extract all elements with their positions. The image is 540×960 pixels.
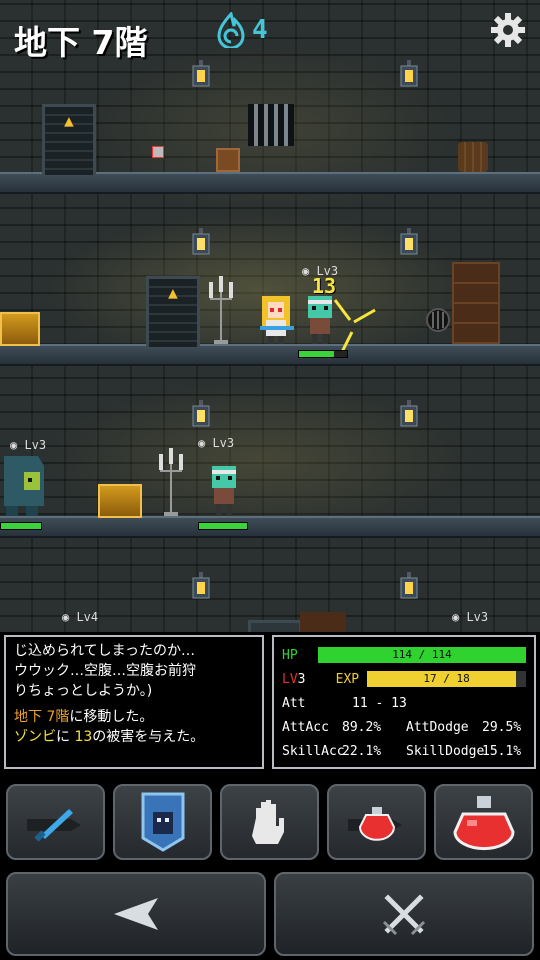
enemy-level-label: ◉ Lv3 [198, 436, 235, 450]
slot-armor[interactable] [113, 784, 212, 860]
lantern-icon [192, 228, 210, 255]
acc-row: AttAcc 89.2% AttDodge 29.5% [282, 715, 526, 739]
up-arrow-icon: ▲ [64, 111, 74, 130]
skilldodge-label: SkillDodge [406, 743, 485, 759]
log-line: じ込められてしまったのか… [14, 643, 196, 659]
lantern-icon [400, 572, 418, 599]
skill-row: SkillAcc 22.1% SkillDodge 15.1% [282, 739, 526, 763]
hp-text: 114 / 114 [392, 648, 452, 661]
wooden-crate [216, 148, 240, 172]
floor-platform [0, 516, 540, 538]
attdodge-label: AttDodge [406, 719, 469, 735]
hp-label: HP [282, 647, 298, 663]
log-damage-value: 13 [74, 729, 93, 745]
enemy-hp-bar [198, 522, 248, 530]
log-text: に [56, 729, 75, 745]
golem-enemy[interactable] [0, 450, 48, 516]
zombie-enemy[interactable] [204, 462, 244, 516]
stairs-up-door[interactable]: ▲ [42, 104, 96, 175]
enemy-level-label: ◉ Lv3 [452, 610, 489, 624]
attacc-label: AttAcc [282, 719, 329, 735]
sewer-grate [426, 308, 450, 332]
top-bar: 地下 7階 4 [0, 0, 540, 74]
potion-large-icon [452, 796, 515, 851]
treasure-chest[interactable] [98, 484, 142, 518]
hp-row: HP 114 / 114 [282, 643, 526, 667]
slot-large-potion[interactable] [434, 784, 533, 860]
armor-icon [141, 792, 184, 852]
slot-dagger[interactable] [6, 784, 105, 860]
treasure-chest[interactable] [0, 312, 40, 346]
hero-girl[interactable] [256, 292, 296, 344]
barrel [458, 142, 488, 172]
potion-small-icon [347, 807, 402, 841]
lv-label: LV [282, 671, 298, 687]
lantern-icon [400, 228, 418, 255]
attack-button[interactable] [274, 872, 534, 956]
slot-small-potion[interactable] [327, 784, 426, 860]
soul-flame-icon [217, 12, 245, 48]
floor-platform [0, 344, 540, 366]
stairs-up-door[interactable]: ▲ [146, 276, 200, 347]
log-line: りちょっとしようか。) [14, 683, 153, 699]
lantern-icon [192, 400, 210, 427]
prison-window [248, 104, 294, 146]
att-value: 11 - 13 [352, 695, 407, 711]
log-floor-value: 7階 [46, 709, 70, 725]
log-text: に移動した。 [69, 709, 154, 725]
log-floor-prefix: 地下 [14, 709, 47, 725]
bookshelf [452, 262, 500, 344]
att-label: Att [282, 695, 306, 711]
skillacc-label: SkillAcc [282, 743, 345, 759]
sparkle-item[interactable] [152, 146, 164, 158]
dungeon-view[interactable]: ▲ ▲ ◉ Lv3 13 ◉ Lv3 ◉ Lv3 ◉ Lv4 ◉ Lv3 地下 … [0, 0, 540, 632]
candelabra [209, 276, 233, 344]
log-line-damage: ゾンビに 13の被害を与えた。 [14, 727, 254, 747]
lantern-icon [192, 572, 210, 599]
log-line: ウウック…空腹…空腹お前狩 [14, 663, 196, 679]
attdodge-value: 29.5% [482, 719, 522, 735]
exp-text: 17 / 18 [423, 672, 470, 685]
hp-bar: 114 / 114 [318, 647, 526, 663]
hand-icon [251, 800, 284, 844]
lantern-icon [400, 400, 418, 427]
lv-value: 3 [297, 671, 306, 687]
crossed-swords-icon [382, 894, 426, 936]
enemy-level-label: ◉ Lv4 [62, 610, 99, 624]
enemy-hp-bar [0, 522, 42, 530]
log-text: の被害を与えた。 [92, 729, 205, 745]
soul-count: 4 [252, 15, 268, 45]
gear-icon[interactable] [490, 12, 526, 48]
slot-hand[interactable] [220, 784, 319, 860]
attacc-value: 89.2% [342, 719, 382, 735]
att-row: Att 11 - 13 [282, 691, 526, 715]
floor-indicator: 地下 7階 [14, 23, 148, 62]
skillacc-value: 22.1% [342, 743, 382, 759]
floor-platform [0, 172, 540, 194]
bookshelf-partial [300, 612, 346, 632]
back-button[interactable] [6, 872, 266, 956]
dagger-icon [26, 809, 81, 842]
lv-exp-row: LV 3 EXP 17 / 18 [282, 667, 526, 691]
message-log[interactable]: じ込められてしまったのか… ウウック…空腹…空腹お前狩 りちょっとしようか。) … [4, 635, 264, 769]
skilldodge-value: 15.1% [482, 743, 522, 759]
candelabra [159, 448, 183, 516]
exp-label: EXP [335, 671, 360, 687]
arrow-left-icon [114, 898, 158, 930]
stairs-door-partial [248, 620, 302, 632]
soul-counter: 4 [216, 12, 268, 48]
log-target: ゾンビ [14, 729, 56, 745]
log-line-move: 地下 7階に移動した。 [14, 707, 254, 727]
exp-bar: 17 / 18 [367, 671, 526, 687]
stats-panel: HP 114 / 114 LV 3 EXP 17 / 18 Att 11 - 13… [272, 635, 536, 769]
enemy-hp-bar [298, 350, 348, 358]
up-arrow-icon: ▲ [168, 283, 178, 302]
